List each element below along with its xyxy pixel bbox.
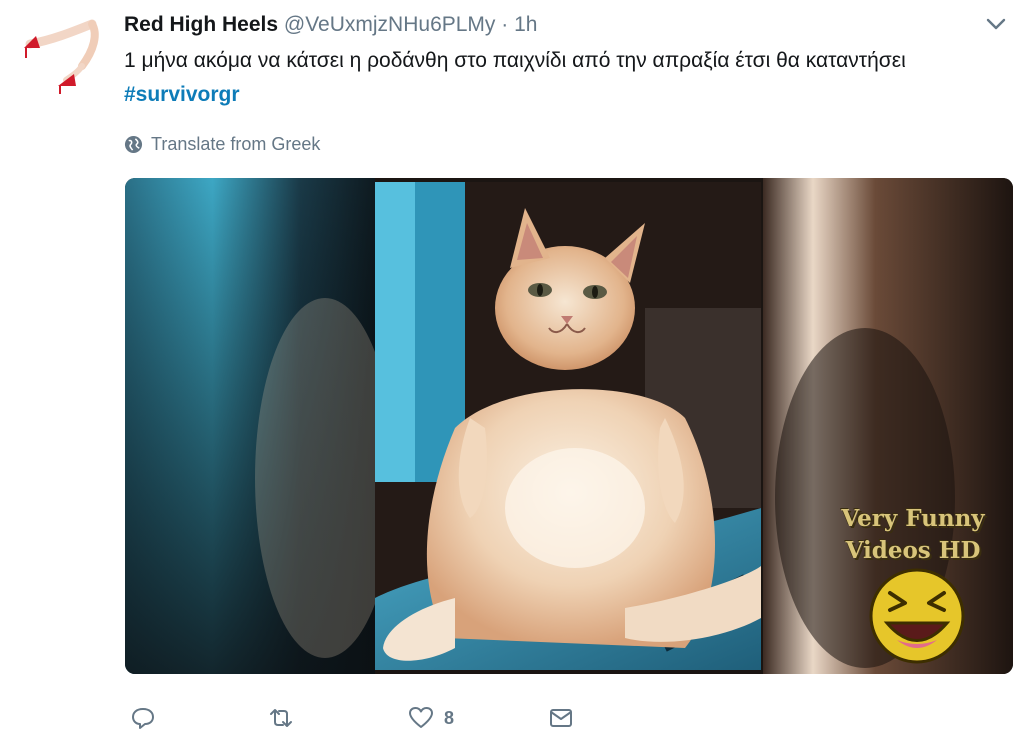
avatar[interactable] xyxy=(22,14,106,98)
video-watermark: Very Funny Videos HD xyxy=(823,503,1003,567)
translate-label: Translate from Greek xyxy=(151,133,321,154)
author-handle[interactable]: @VeUxmjzNHu6PLMy xyxy=(284,13,496,36)
watermark-line-1: Very Funny xyxy=(841,505,985,532)
tweet-actions: 8 xyxy=(124,700,724,736)
cat-video-frame xyxy=(125,178,1013,674)
translate-button[interactable]: Translate from Greek xyxy=(124,131,320,157)
tweet-text: 1 μήνα ακόμα να κάτσει η ροδάνθη στο παι… xyxy=(124,44,1004,112)
watermark-line-2: Videos HD xyxy=(845,537,981,564)
author-name[interactable]: Red High Heels xyxy=(124,13,278,36)
high-heels-legs-icon xyxy=(24,19,99,94)
chevron-down-icon[interactable] xyxy=(984,14,1008,34)
separator-dot: · xyxy=(501,13,509,36)
hashtag-link[interactable]: #survivorgr xyxy=(124,83,240,106)
retweet-icon xyxy=(270,709,292,727)
retweet-button[interactable] xyxy=(268,700,304,736)
envelope-icon xyxy=(550,709,572,727)
direct-message-button[interactable] xyxy=(548,700,584,736)
tweet-body: 1 μήνα ακόμα να κάτσει η ροδάνθη στο παι… xyxy=(124,49,906,72)
like-button[interactable]: 8 xyxy=(408,700,454,736)
tweet-timestamp[interactable]: 1h xyxy=(514,13,537,36)
video-thumbnail[interactable]: Very Funny Videos HD xyxy=(125,178,1013,674)
tweet-header: Red High Heels @VeUxmjzNHu6PLMy · 1h xyxy=(124,12,537,38)
like-count: 8 xyxy=(444,707,455,728)
reply-icon xyxy=(132,708,154,729)
globe-icon xyxy=(124,135,143,153)
reply-button[interactable] xyxy=(130,700,166,736)
heart-icon xyxy=(409,707,433,728)
